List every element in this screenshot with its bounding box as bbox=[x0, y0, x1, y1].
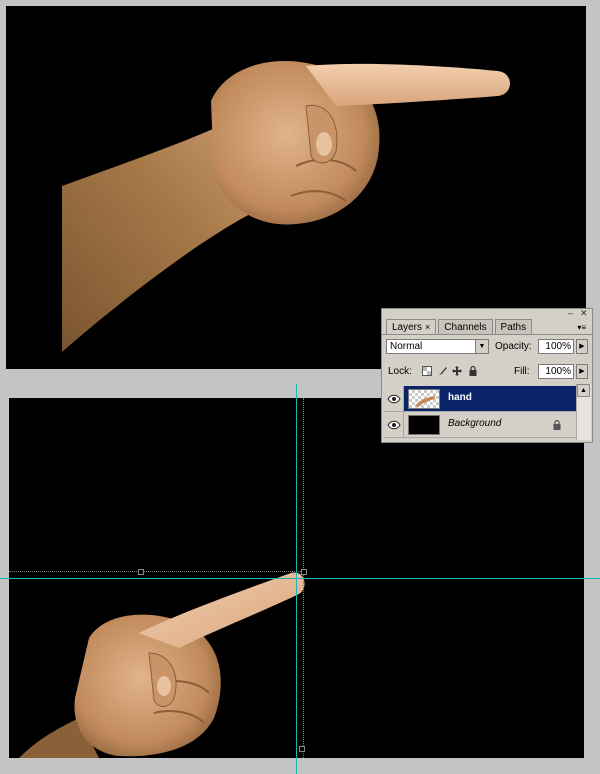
dropdown-arrow-icon[interactable]: ▼ bbox=[475, 340, 488, 353]
layers-scrollbar[interactable]: ▲ bbox=[576, 384, 591, 440]
transform-handle[interactable] bbox=[301, 569, 307, 575]
fill-label: Fill: bbox=[514, 366, 530, 377]
lock-icon[interactable] bbox=[468, 366, 478, 376]
eye-icon bbox=[387, 420, 401, 430]
blend-mode-value: Normal bbox=[390, 341, 423, 352]
tab-paths[interactable]: Paths bbox=[494, 319, 533, 334]
layer-name: Background bbox=[448, 418, 502, 429]
layers-palette: – ✕ Layers × Channels Paths ▾≡ Normal ▼ O… bbox=[381, 308, 593, 443]
panel-menu-icon[interactable]: ▾≡ bbox=[577, 323, 586, 332]
minimize-icon[interactable]: – bbox=[568, 309, 573, 318]
fill-value: 100% bbox=[545, 366, 571, 377]
layer-thumbnail bbox=[408, 389, 440, 409]
visibility-toggle[interactable] bbox=[384, 386, 404, 411]
transform-handle[interactable] bbox=[138, 569, 144, 575]
opacity-slider-arrow-icon[interactable]: ▶ bbox=[576, 339, 588, 354]
palette-tabs: Layers × Channels Paths bbox=[386, 319, 534, 335]
transform-bounding-edge bbox=[9, 571, 303, 572]
layer-row-background[interactable]: Background bbox=[384, 412, 576, 438]
index-finger-shape-bottom bbox=[139, 572, 305, 648]
lock-icon bbox=[553, 420, 561, 430]
tab-label: Paths bbox=[500, 322, 527, 333]
transparency-lock-icon[interactable] bbox=[422, 366, 432, 376]
opacity-label: Opacity: bbox=[495, 341, 532, 352]
close-icon[interactable]: ✕ bbox=[580, 309, 588, 318]
tab-layers[interactable]: Layers × bbox=[386, 319, 437, 334]
tab-label: Channels bbox=[444, 322, 487, 333]
layer-name: hand bbox=[448, 392, 472, 403]
index-finger-shape bbox=[306, 63, 510, 106]
lock-label: Lock: bbox=[388, 366, 412, 377]
tab-close-icon[interactable]: × bbox=[425, 322, 430, 332]
transform-handle[interactable] bbox=[299, 746, 305, 752]
blend-mode-select[interactable]: Normal ▼ bbox=[386, 339, 489, 354]
fill-slider-arrow-icon[interactable]: ▶ bbox=[576, 364, 588, 379]
vertical-guide[interactable] bbox=[296, 384, 297, 774]
tab-label: Layers bbox=[392, 322, 423, 333]
move-icon[interactable] bbox=[452, 366, 462, 376]
tab-channels[interactable]: Channels bbox=[438, 319, 493, 334]
scroll-up-arrow-icon[interactable]: ▲ bbox=[577, 384, 590, 397]
brush-icon[interactable] bbox=[438, 366, 448, 376]
layer-thumbnail bbox=[408, 415, 440, 435]
opacity-input[interactable]: 100% bbox=[538, 339, 574, 354]
opacity-value: 100% bbox=[545, 341, 571, 352]
palette-titlebar[interactable]: – ✕ bbox=[382, 309, 592, 319]
layer-row-hand[interactable]: hand bbox=[384, 386, 576, 412]
eye-icon bbox=[387, 394, 401, 404]
visibility-toggle[interactable] bbox=[384, 412, 404, 437]
horizontal-guide[interactable] bbox=[0, 578, 600, 579]
fill-input[interactable]: 100% bbox=[538, 364, 574, 379]
